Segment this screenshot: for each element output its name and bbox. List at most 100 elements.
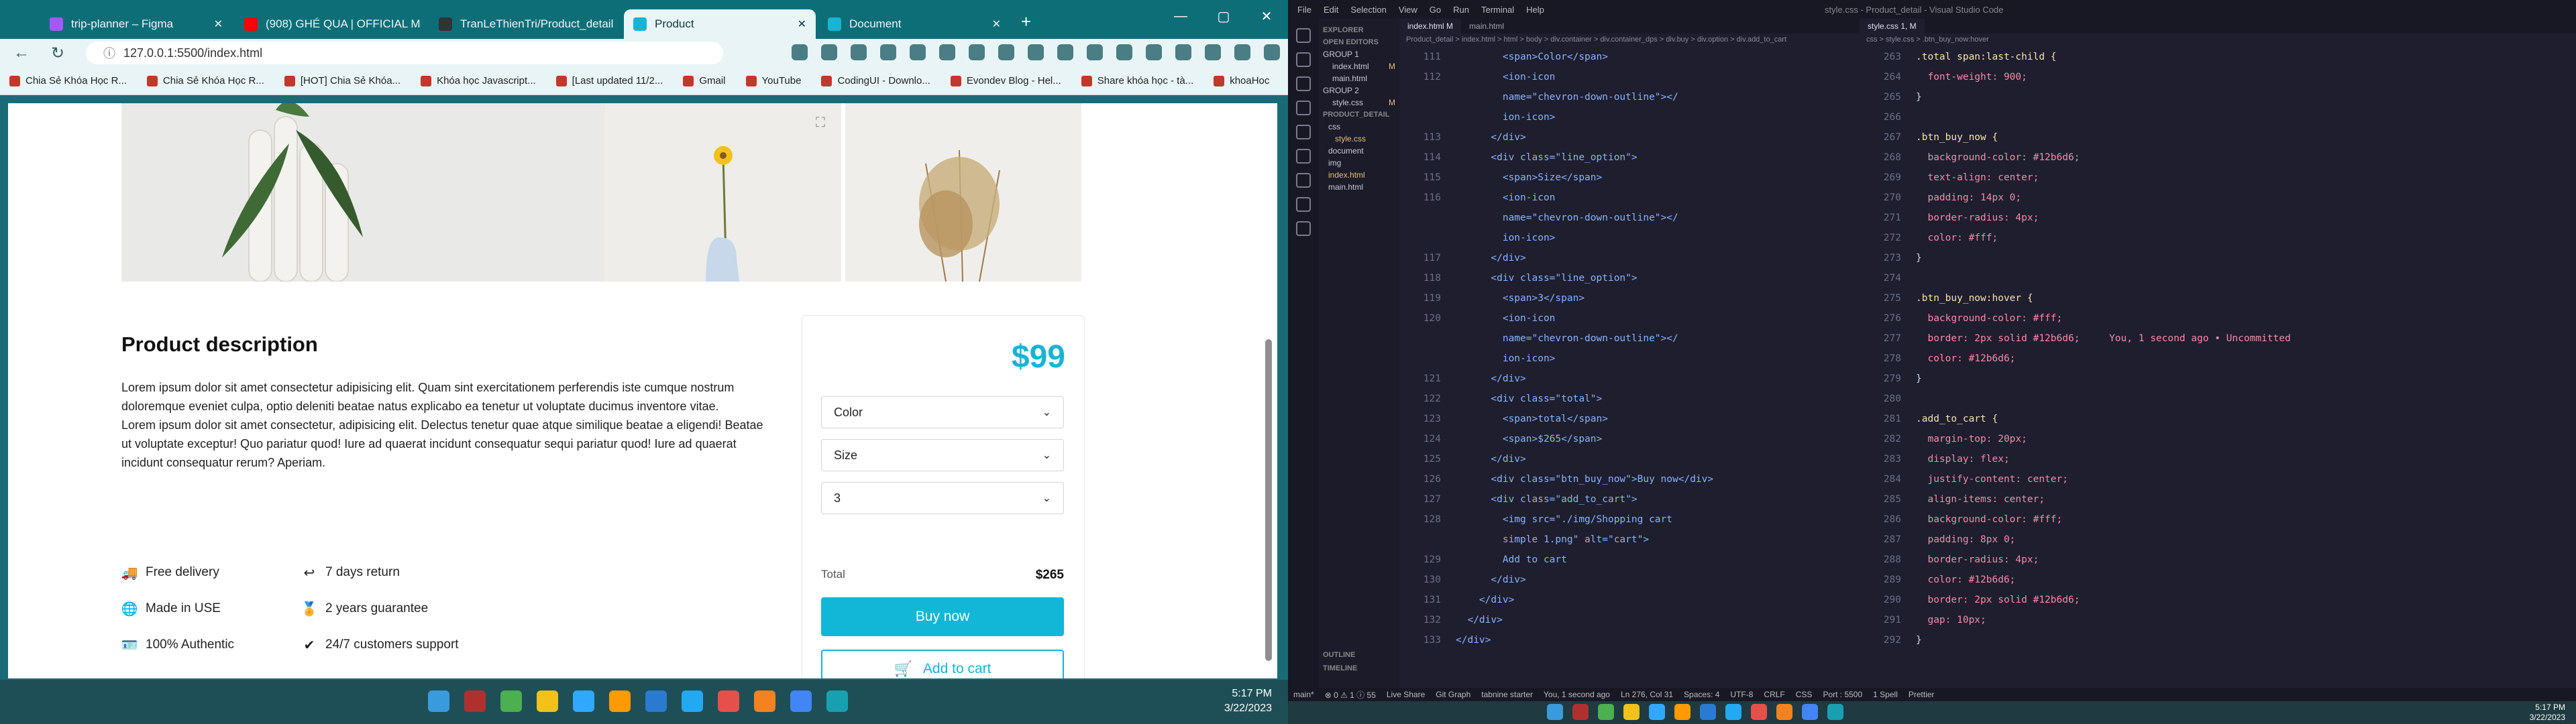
extension-icon[interactable] [851, 44, 867, 60]
status-item[interactable]: Prettier [1909, 690, 1935, 699]
live-share-icon[interactable] [1296, 173, 1311, 188]
bookmark-icon[interactable] [1296, 197, 1311, 212]
edge-icon[interactable] [1827, 704, 1843, 720]
app-icon[interactable] [1598, 704, 1614, 720]
status-item[interactable]: Spaces: 4 [1684, 690, 1719, 699]
app-icon[interactable] [718, 690, 739, 712]
browser-tab[interactable]: (908) GHÉ QUA | OFFICIAL M✕ [235, 9, 427, 39]
bookmark-item[interactable]: [Last updated 11/2... [555, 75, 663, 86]
bookmark-item[interactable]: khoaHoc [1214, 75, 1269, 86]
status-item[interactable]: Git Graph [1436, 690, 1470, 699]
new-tab-button[interactable]: + [1021, 11, 1031, 32]
extension-icon[interactable] [1175, 44, 1191, 60]
refresh-icon[interactable]: ↻ [51, 44, 64, 63]
maximize-button[interactable]: ▢ [1202, 0, 1245, 32]
status-item[interactable]: main* [1293, 690, 1314, 699]
close-tab-icon[interactable]: ✕ [985, 17, 1001, 31]
extension-icon[interactable] [1087, 44, 1103, 60]
menu-item[interactable]: Go [1430, 5, 1441, 15]
status-item[interactable]: UTF-8 [1730, 690, 1753, 699]
app-icon[interactable] [1572, 704, 1589, 720]
file-item[interactable]: main.html [1323, 72, 1395, 84]
status-item[interactable]: tabnine starter [1481, 690, 1533, 699]
menu-item[interactable]: Run [1453, 5, 1469, 15]
close-window-button[interactable]: ✕ [1245, 0, 1288, 32]
start-icon[interactable] [428, 690, 449, 712]
bookmark-item[interactable]: Chia Sẻ Khóa Học R... [9, 75, 127, 86]
outline-heading[interactable]: OUTLINE [1323, 649, 1355, 661]
illustrator-icon[interactable] [1674, 704, 1690, 720]
source-control-icon[interactable] [1296, 76, 1311, 91]
extension-icon[interactable] [880, 44, 896, 60]
status-item[interactable]: 1 Spell [1873, 690, 1898, 699]
add-to-cart-button[interactable]: 🛒 Add to cart [821, 650, 1064, 678]
close-tab-icon[interactable]: ✕ [207, 17, 223, 31]
editor-tab[interactable]: index.html M [1399, 19, 1462, 34]
file-item[interactable]: style.css [1323, 133, 1395, 145]
extension-icon[interactable] [939, 44, 955, 60]
start-icon[interactable] [1547, 704, 1563, 720]
folder-item[interactable]: img [1323, 157, 1395, 169]
extension-icon[interactable] [1264, 44, 1280, 60]
files-icon[interactable] [1296, 28, 1311, 43]
extension-icon[interactable] [1234, 44, 1250, 60]
status-item[interactable]: CRLF [1764, 690, 1784, 699]
back-arrow-icon[interactable]: ← [13, 44, 30, 62]
status-item[interactable]: You, 1 second ago [1544, 690, 1610, 699]
bookmark-item[interactable]: YouTube [745, 75, 801, 86]
editor-tab[interactable]: main.html [1461, 19, 1512, 34]
extension-icon[interactable] [792, 44, 808, 60]
minimize-button[interactable]: — [1159, 0, 1202, 32]
breadcrumb[interactable]: Product_detail > index.html > html > bod… [1399, 34, 1860, 47]
info-icon[interactable]: ⓘ [103, 44, 115, 62]
close-tab-icon[interactable]: ✕ [613, 17, 621, 31]
extension-icon[interactable] [969, 44, 985, 60]
bookmark-item[interactable]: Share khóa học - tà... [1081, 75, 1193, 86]
zoom-icon[interactable]: ⛶ [816, 115, 825, 131]
menu-item[interactable]: Help [1526, 5, 1544, 15]
url-input[interactable]: ⓘ 127.0.0.1:5500/index.html [86, 42, 723, 64]
run-debug-icon[interactable] [1296, 101, 1311, 115]
search-icon[interactable] [1296, 52, 1311, 67]
bookmark-item[interactable]: Khóa học Javascript... [421, 75, 536, 86]
extension-icon[interactable] [910, 44, 926, 60]
close-tab-icon[interactable]: ✕ [791, 17, 806, 31]
folder-icon[interactable] [1623, 704, 1640, 720]
system-clock[interactable]: 5:17 PM 3/22/2023 [2530, 703, 2565, 723]
extension-icon[interactable] [1028, 44, 1044, 60]
browser-tab[interactable]: TranLeThienTri/Product_detail✕ [429, 9, 621, 39]
group-heading[interactable]: GROUP 1 [1323, 48, 1395, 60]
app-icon[interactable] [1700, 704, 1716, 720]
app-icon[interactable] [754, 690, 775, 712]
extension-icon[interactable] [998, 44, 1014, 60]
app-icon[interactable] [1751, 704, 1767, 720]
quantity-select[interactable]: 3 ⌄ [821, 482, 1064, 514]
file-item[interactable]: index.html M [1323, 60, 1395, 72]
project-heading[interactable]: PRODUCT_DETAIL [1323, 109, 1395, 121]
menu-item[interactable]: View [1399, 5, 1417, 15]
browser-tab[interactable]: Document ✕ [818, 9, 1010, 39]
browser-tab[interactable]: trip-planner – Figma ✕ [40, 9, 232, 39]
status-item[interactable]: Live Share [1387, 690, 1425, 699]
chrome-icon[interactable] [1802, 704, 1818, 720]
timeline-heading[interactable]: TIMELINE [1323, 662, 1357, 674]
size-select[interactable]: Size ⌄ [821, 439, 1064, 471]
color-select[interactable]: Color ⌄ [821, 396, 1064, 428]
vscode-icon[interactable] [682, 690, 703, 712]
extension-icon[interactable] [1116, 44, 1132, 60]
open-editors-heading[interactable]: OPEN EDITORS [1323, 36, 1395, 48]
edge-icon[interactable] [826, 690, 848, 712]
folder-icon[interactable] [537, 690, 558, 712]
folder-item[interactable]: document [1323, 145, 1395, 157]
bookmark-item[interactable]: Gmail [683, 75, 726, 86]
folder-item[interactable]: css [1323, 121, 1395, 133]
file-item[interactable]: index.html [1323, 169, 1395, 181]
chrome-icon[interactable] [790, 690, 812, 712]
buy-now-button[interactable]: Buy now [821, 597, 1064, 636]
menu-item[interactable]: File [1297, 5, 1311, 15]
page-scrollbar[interactable] [1265, 339, 1272, 661]
extensions-icon[interactable] [1296, 125, 1311, 139]
extension-icon[interactable] [1205, 44, 1221, 60]
status-item[interactable]: Port : 5500 [1823, 690, 1862, 699]
app-icon[interactable] [500, 690, 522, 712]
